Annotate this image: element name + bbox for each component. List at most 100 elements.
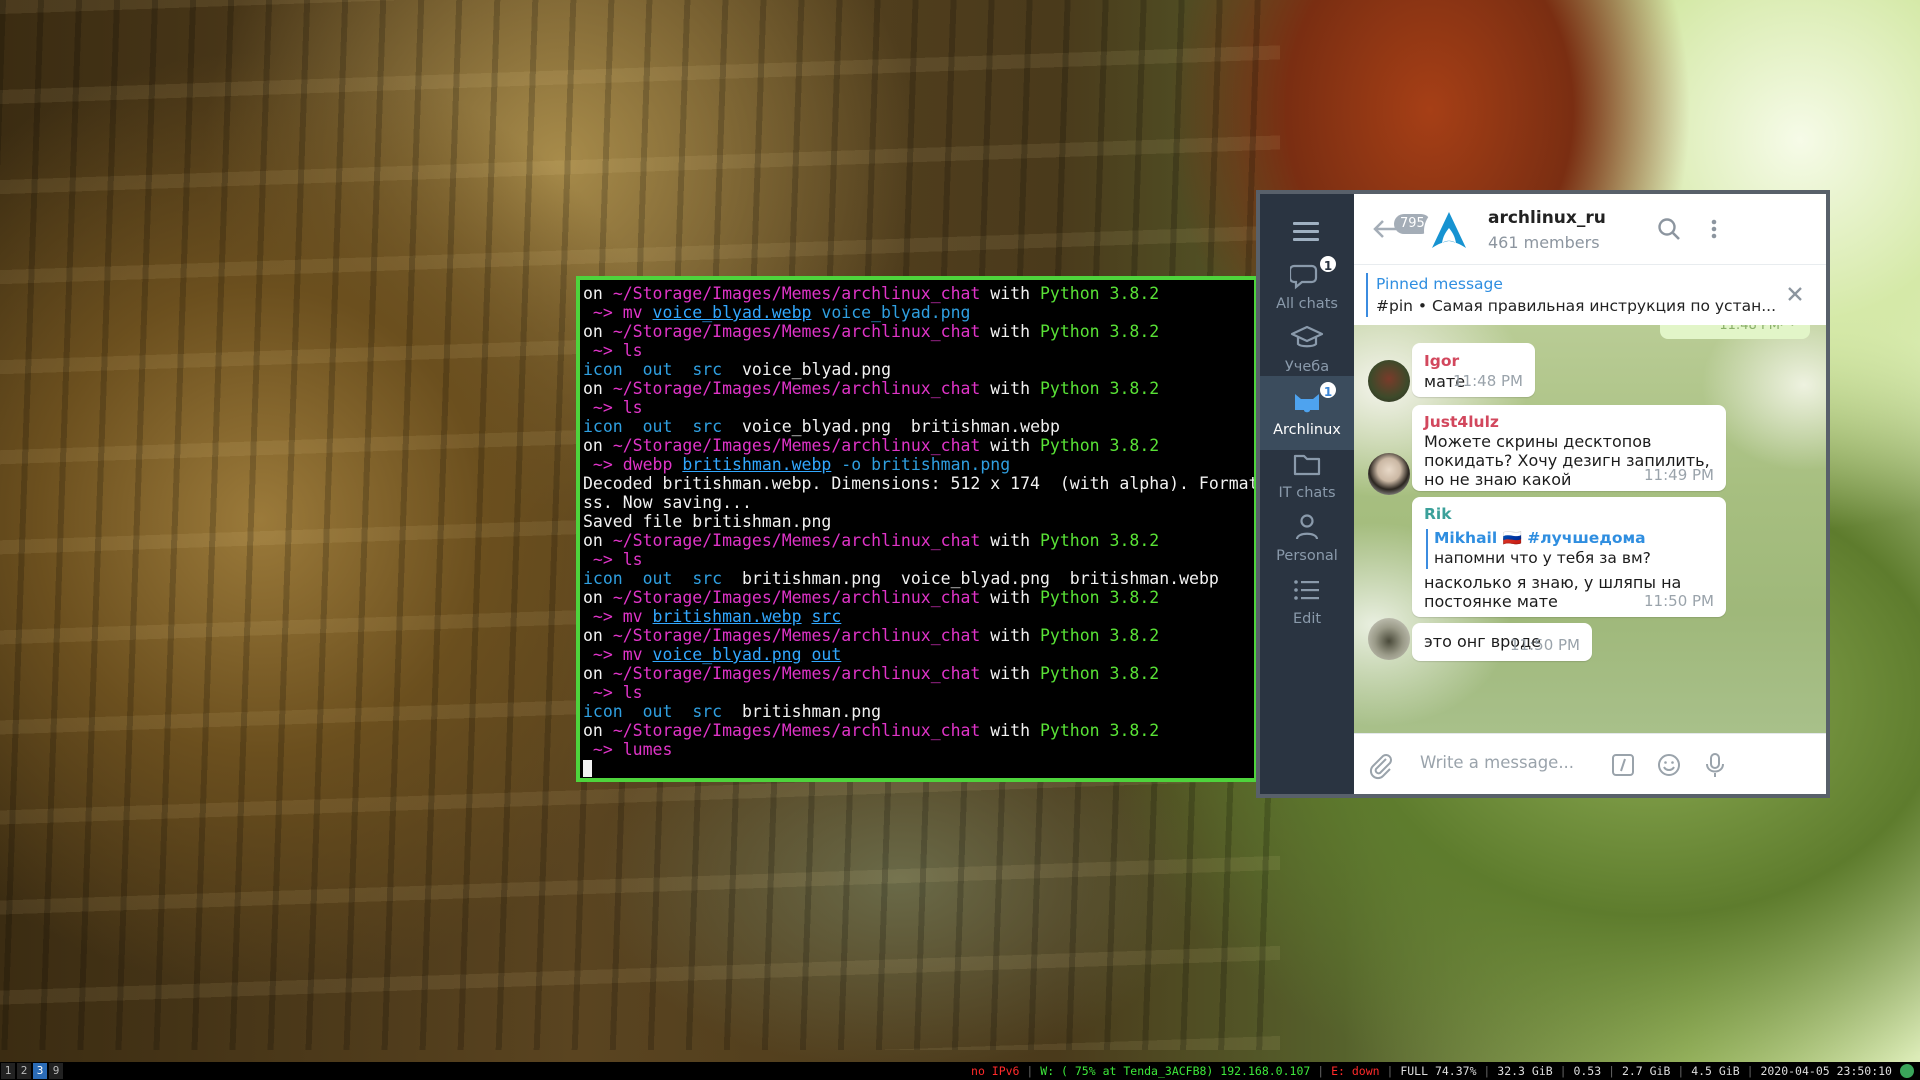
terminal-text: out (642, 569, 673, 588)
avatar[interactable] (1368, 453, 1410, 495)
message-list[interactable]: 11:48 PM✓✓ Igor мате 11:48 PM Just4lulz … (1354, 325, 1826, 734)
terminal-line: on ~/Storage/Images/Memes/archlinux_chat… (583, 436, 1254, 455)
more-vertical-icon[interactable] (1699, 214, 1729, 244)
terminal-text: ~/Storage/Images/Memes/archlinux_chat (612, 588, 981, 607)
bot-command-icon[interactable] (1608, 750, 1638, 780)
terminal-line: ~> mv voice_blyad.webp voice_blyad.png (583, 303, 1254, 322)
terminal-text: Python 3.8.2 (1039, 626, 1160, 645)
terminal-text: ~> ls (583, 683, 643, 702)
message-bubble[interactable]: Just4lulz Можете скрины десктопов покида… (1412, 405, 1726, 491)
terminal-text: on (583, 588, 613, 607)
back-button[interactable]: 795 (1372, 204, 1431, 244)
avatar[interactable] (1368, 618, 1410, 660)
terminal-text: ~/Storage/Images/Memes/archlinux_chat (612, 322, 981, 341)
pinned-title: Pinned message (1376, 275, 1503, 293)
member-count: 461 members (1488, 233, 1600, 252)
terminal-text: with (980, 531, 1040, 550)
terminal-text: ~/Storage/Images/Memes/archlinux_chat (612, 721, 981, 740)
terminal-window[interactable]: on ~/Storage/Images/Memes/archlinux_chat… (576, 276, 1258, 782)
message-author[interactable]: Just4lulz (1424, 413, 1499, 431)
hamburger-icon[interactable] (1293, 222, 1319, 246)
chat-title[interactable]: archlinux_ru (1488, 208, 1606, 228)
arch-logo-icon (1432, 212, 1466, 248)
tray-icon[interactable] (1900, 1064, 1914, 1078)
terminal-cursor (583, 760, 592, 777)
workspace-button[interactable]: 1 (1, 1063, 15, 1079)
folder-edit[interactable]: Edit (1260, 565, 1354, 639)
terminal-text: ~/Storage/Images/Memes/archlinux_chat (612, 531, 981, 550)
folder-label: Edit (1292, 611, 1322, 627)
terminal-line: ~> ls (583, 550, 1254, 569)
terminal-text: Python 3.8.2 (1039, 721, 1160, 740)
terminal-line: on ~/Storage/Images/Memes/archlinux_chat… (583, 721, 1254, 740)
pinned-message[interactable]: Pinned message #pin • Самая правильная и… (1354, 264, 1826, 326)
workspace-button-active[interactable]: 3 (33, 1063, 47, 1079)
paperclip-icon[interactable] (1366, 750, 1396, 780)
ethernet-status: E: down (1331, 1064, 1380, 1078)
disk-status: 32.3 GiB (1497, 1064, 1553, 1078)
terminal-line: ~> ls (583, 398, 1254, 417)
terminal-text: ss. Now saving... (583, 493, 752, 512)
terminal-text: ~> lumes (583, 740, 673, 759)
terminal-text: Saved file britishman.png (583, 512, 832, 531)
terminal-text: britishman.webp (682, 455, 832, 474)
terminal-text: Python 3.8.2 (1039, 322, 1160, 341)
terminal-line: on ~/Storage/Images/Memes/archlinux_chat… (583, 626, 1254, 645)
terminal-text: on (583, 626, 613, 645)
terminal-text: src (692, 417, 723, 436)
folder-label: All chats (1276, 296, 1338, 312)
terminal-text: Python 3.8.2 (1039, 436, 1160, 455)
microphone-icon[interactable] (1700, 750, 1730, 780)
terminal-text: with (980, 436, 1040, 455)
message-author[interactable]: Igor (1424, 352, 1459, 370)
terminal-line: Decoded britishman.webp. Dimensions: 512… (583, 474, 1254, 493)
terminal-text: on (583, 322, 613, 341)
compose-bar: Write a message... (1354, 733, 1826, 794)
chat-panel: 795 archlinux_ru 461 members Pinned mess… (1354, 194, 1826, 794)
reply-author[interactable]: Mikhail 🇷🇺 #лучшедома (1434, 529, 1646, 547)
terminal-text: voice_blyad.webp (652, 303, 812, 322)
terminal-line: on ~/Storage/Images/Memes/archlinux_chat… (583, 588, 1254, 607)
terminal-text: on (583, 379, 613, 398)
clock: 2020-04-05 23:50:10 (1760, 1064, 1892, 1078)
terminal-text: with (980, 588, 1040, 607)
emoji-icon[interactable] (1654, 750, 1684, 780)
avatar[interactable] (1368, 360, 1410, 402)
terminal-text: Python 3.8.2 (1039, 284, 1160, 303)
terminal-line: on ~/Storage/Images/Memes/archlinux_chat… (583, 284, 1254, 303)
search-icon[interactable] (1654, 214, 1684, 244)
terminal-text: ~/Storage/Images/Memes/archlinux_chat (612, 436, 981, 455)
terminal-text: src (692, 702, 723, 721)
terminal-text: with (980, 664, 1040, 683)
terminal-text: Decoded britishman.webp. Dimensions: 512… (583, 474, 1258, 493)
terminal-line: icon out src voice_blyad.png (583, 360, 1254, 379)
terminal-text: src (692, 569, 723, 588)
workspace-button[interactable]: 9 (49, 1063, 63, 1079)
terminal-text: ~> ls (583, 550, 643, 569)
terminal-text: ~/Storage/Images/Memes/archlinux_chat (612, 626, 981, 645)
message-bubble[interactable]: это онг вроде 11:50 PM (1412, 623, 1592, 661)
terminal-line: ~> mv voice_blyad.png out (583, 645, 1254, 664)
message-bubble[interactable]: Igor мате 11:48 PM (1412, 343, 1535, 397)
chat-avatar[interactable] (1424, 206, 1474, 256)
message-input[interactable]: Write a message... (1420, 753, 1574, 772)
reply-text[interactable]: напомни что у тебя за вм? (1434, 549, 1651, 567)
terminal-line: ~> mv britishman.webp src (583, 607, 1254, 626)
terminal-text: out (642, 360, 673, 379)
message-bubble[interactable]: Rik Mikhail 🇷🇺 #лучшедома напомни что у … (1412, 497, 1726, 617)
terminal-text: icon (583, 569, 623, 588)
terminal-text: voice_blyad.png (811, 303, 971, 322)
terminal-text: on (583, 436, 613, 455)
folder-label: Personal (1276, 548, 1338, 564)
message-time: 11:50 PM (1644, 592, 1714, 610)
terminal-prompt-line[interactable] (583, 759, 1254, 778)
message-author[interactable]: Rik (1424, 505, 1452, 523)
terminal-text: out (642, 702, 673, 721)
workspace-button[interactable]: 2 (17, 1063, 31, 1079)
telegram-window: 1 All chats Учеба 1 Archlinux IT chats P… (1256, 190, 1830, 798)
close-icon[interactable] (1784, 283, 1806, 305)
